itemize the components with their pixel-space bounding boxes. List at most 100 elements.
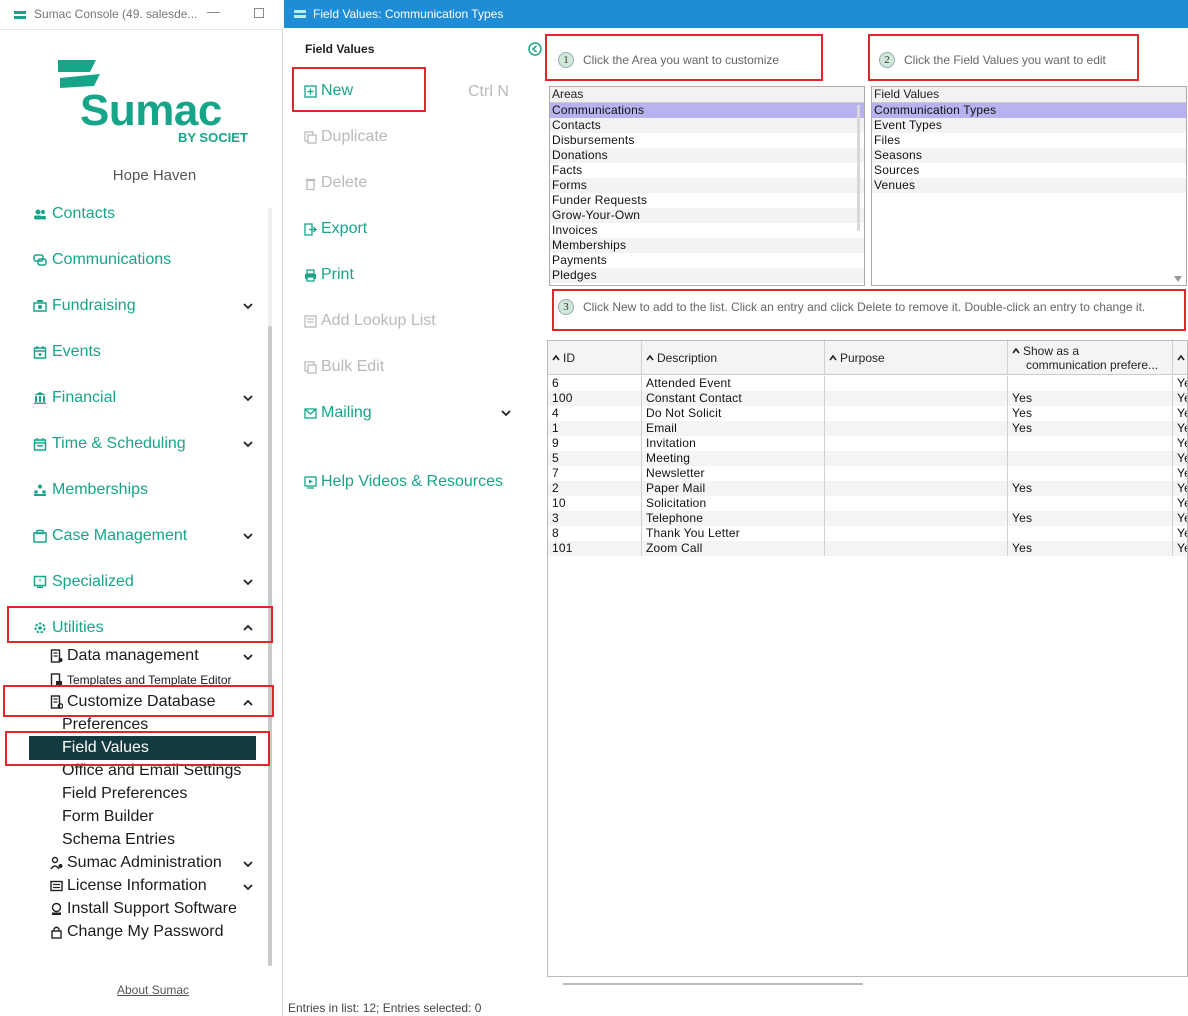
table-row[interactable]: 1Email Yes Ye: [548, 421, 1187, 436]
nav-field-values[interactable]: Field Values: [29, 736, 256, 760]
list-item[interactable]: Memberships: [550, 238, 864, 253]
column-header-id[interactable]: ID: [548, 341, 642, 375]
chevron-down-icon[interactable]: [500, 407, 512, 419]
field-values-list[interactable]: Field Values Communication Types Event T…: [871, 86, 1187, 286]
list-item[interactable]: Communications: [550, 103, 864, 118]
nav-specialized[interactable]: Specialized: [33, 571, 134, 593]
list-item[interactable]: Facts: [550, 163, 864, 178]
table-row[interactable]: 9Invitation Ye: [548, 436, 1187, 451]
nav-communications[interactable]: Communications: [33, 249, 171, 271]
chevron-down-icon[interactable]: [242, 857, 254, 869]
list-item[interactable]: Disbursements: [550, 133, 864, 148]
nav-label: Sumac Administration: [67, 854, 222, 871]
chevron-up-icon[interactable]: [242, 696, 254, 708]
areas-list[interactable]: Areas Communications Contacts Disburseme…: [549, 86, 865, 286]
delete-button[interactable]: Delete: [304, 172, 367, 194]
nav-change-password[interactable]: Change My Password: [50, 922, 224, 942]
list-item[interactable]: Communication Types: [872, 103, 1186, 118]
nav-license-information[interactable]: License Information: [50, 876, 207, 896]
column-header-purpose[interactable]: Purpose: [825, 341, 1008, 375]
nav-form-builder[interactable]: Form Builder: [62, 808, 154, 828]
field-values-table[interactable]: ID Description Purpose Show as a communi…: [547, 340, 1188, 977]
bulk-edit-button[interactable]: Bulk Edit: [304, 356, 384, 378]
sumac-app-icon: [14, 11, 26, 19]
nav-data-management[interactable]: Data management: [50, 646, 199, 666]
list-item[interactable]: Contacts: [550, 118, 864, 133]
areas-scrollbar[interactable]: [857, 105, 860, 231]
nav-templates[interactable]: Templates and Template Editor: [50, 670, 232, 690]
nav-fundraising[interactable]: Fundraising: [33, 295, 136, 317]
list-item[interactable]: Invoices: [550, 223, 864, 238]
column-header-extra[interactable]: [1173, 341, 1187, 375]
nav-contacts[interactable]: Contacts: [33, 203, 115, 225]
nav-financial[interactable]: Financial: [33, 387, 116, 409]
about-sumac-link[interactable]: About Sumac: [117, 983, 189, 997]
column-header-show-as-preference[interactable]: Show as a communication prefere...: [1008, 341, 1173, 375]
new-button[interactable]: New: [304, 80, 353, 102]
table-row[interactable]: 5Meeting Ye: [548, 451, 1187, 466]
chevron-down-icon[interactable]: [242, 299, 254, 311]
table-row[interactable]: 6Attended Event Ye: [548, 376, 1187, 391]
nav-field-preferences[interactable]: Field Preferences: [62, 785, 187, 805]
chevron-down-icon[interactable]: [242, 575, 254, 587]
nav-time-scheduling[interactable]: Time & Scheduling: [33, 433, 186, 455]
table-row[interactable]: 8Thank You Letter Ye: [548, 526, 1187, 541]
column-label-line1: Show as a: [1023, 344, 1080, 358]
nav-preferences[interactable]: Preferences: [62, 716, 148, 736]
table-horizontal-scrollbar[interactable]: [563, 983, 863, 985]
nav-utilities[interactable]: Utilities: [33, 617, 104, 639]
print-button[interactable]: Print: [304, 264, 354, 286]
list-item[interactable]: Sources: [872, 163, 1186, 178]
scroll-down-icon[interactable]: [1174, 276, 1182, 282]
table-row[interactable]: 2Paper Mail Yes Ye: [548, 481, 1187, 496]
collapse-panel-icon[interactable]: [528, 42, 542, 56]
nav-office-email-settings[interactable]: Office and Email Settings: [62, 762, 241, 782]
help-videos-button[interactable]: Help Videos & Resources: [304, 471, 503, 493]
chevron-up-icon[interactable]: [242, 621, 254, 633]
list-item[interactable]: Grow-Your-Own: [550, 208, 864, 223]
nav-schema-entries[interactable]: Schema Entries: [62, 831, 175, 851]
nav-sumac-administration[interactable]: Sumac Administration: [50, 853, 222, 873]
list-item[interactable]: Forms: [550, 178, 864, 193]
mailing-button[interactable]: Mailing: [304, 402, 372, 424]
table-row[interactable]: 100Constant Contact Yes Ye: [548, 391, 1187, 406]
list-item[interactable]: Seasons: [872, 148, 1186, 163]
duplicate-button[interactable]: Duplicate: [304, 126, 388, 148]
nav-customize-database[interactable]: Customize Database: [50, 692, 216, 712]
table-row[interactable]: 4Do Not Solicit Yes Ye: [548, 406, 1187, 421]
chevron-down-icon[interactable]: [242, 650, 254, 662]
list-item[interactable]: Files: [872, 133, 1186, 148]
chevron-down-icon[interactable]: [242, 437, 254, 449]
table-row[interactable]: 10Solicitation Ye: [548, 496, 1187, 511]
table-header: ID Description Purpose Show as a communi…: [548, 341, 1187, 375]
nav-scroll-thumb[interactable]: [268, 326, 272, 966]
maximize-button[interactable]: [254, 8, 264, 18]
list-item[interactable]: Venues: [872, 178, 1186, 193]
console-titlebar[interactable]: Sumac Console (49. salesde... —: [0, 0, 283, 30]
add-lookup-list-button[interactable]: Add Lookup List: [304, 310, 436, 332]
table-row[interactable]: 7Newsletter Ye: [548, 466, 1187, 481]
list-item[interactable]: Payments: [550, 253, 864, 268]
chevron-down-icon[interactable]: [242, 529, 254, 541]
table-cell-purpose: [825, 436, 1008, 451]
chevron-down-icon[interactable]: [242, 880, 254, 892]
nav-events[interactable]: Events: [33, 341, 101, 363]
nav-memberships[interactable]: Memberships: [33, 479, 148, 501]
table-row[interactable]: 101Zoom Call Yes Ye: [548, 541, 1187, 556]
export-button[interactable]: Export: [304, 218, 367, 240]
table-row[interactable]: 3Telephone Yes Ye: [548, 511, 1187, 526]
table-cell-purpose: [825, 511, 1008, 526]
nav-install-support-software[interactable]: Install Support Software: [50, 899, 237, 919]
list-item[interactable]: Pledges: [550, 268, 864, 283]
chevron-down-icon[interactable]: [242, 391, 254, 403]
minimize-button[interactable]: —: [207, 4, 220, 19]
table-cell-desc: Newsletter: [642, 466, 825, 481]
column-header-description[interactable]: Description: [642, 341, 825, 375]
nav-case-management[interactable]: Case Management: [33, 525, 187, 547]
list-item[interactable]: Funder Requests: [550, 193, 864, 208]
nav-scrollbar[interactable]: [268, 208, 272, 966]
field-values-titlebar[interactable]: Field Values: Communication Types: [284, 0, 1188, 28]
list-item[interactable]: Event Types: [872, 118, 1186, 133]
license-icon: [50, 879, 63, 893]
list-item[interactable]: Donations: [550, 148, 864, 163]
